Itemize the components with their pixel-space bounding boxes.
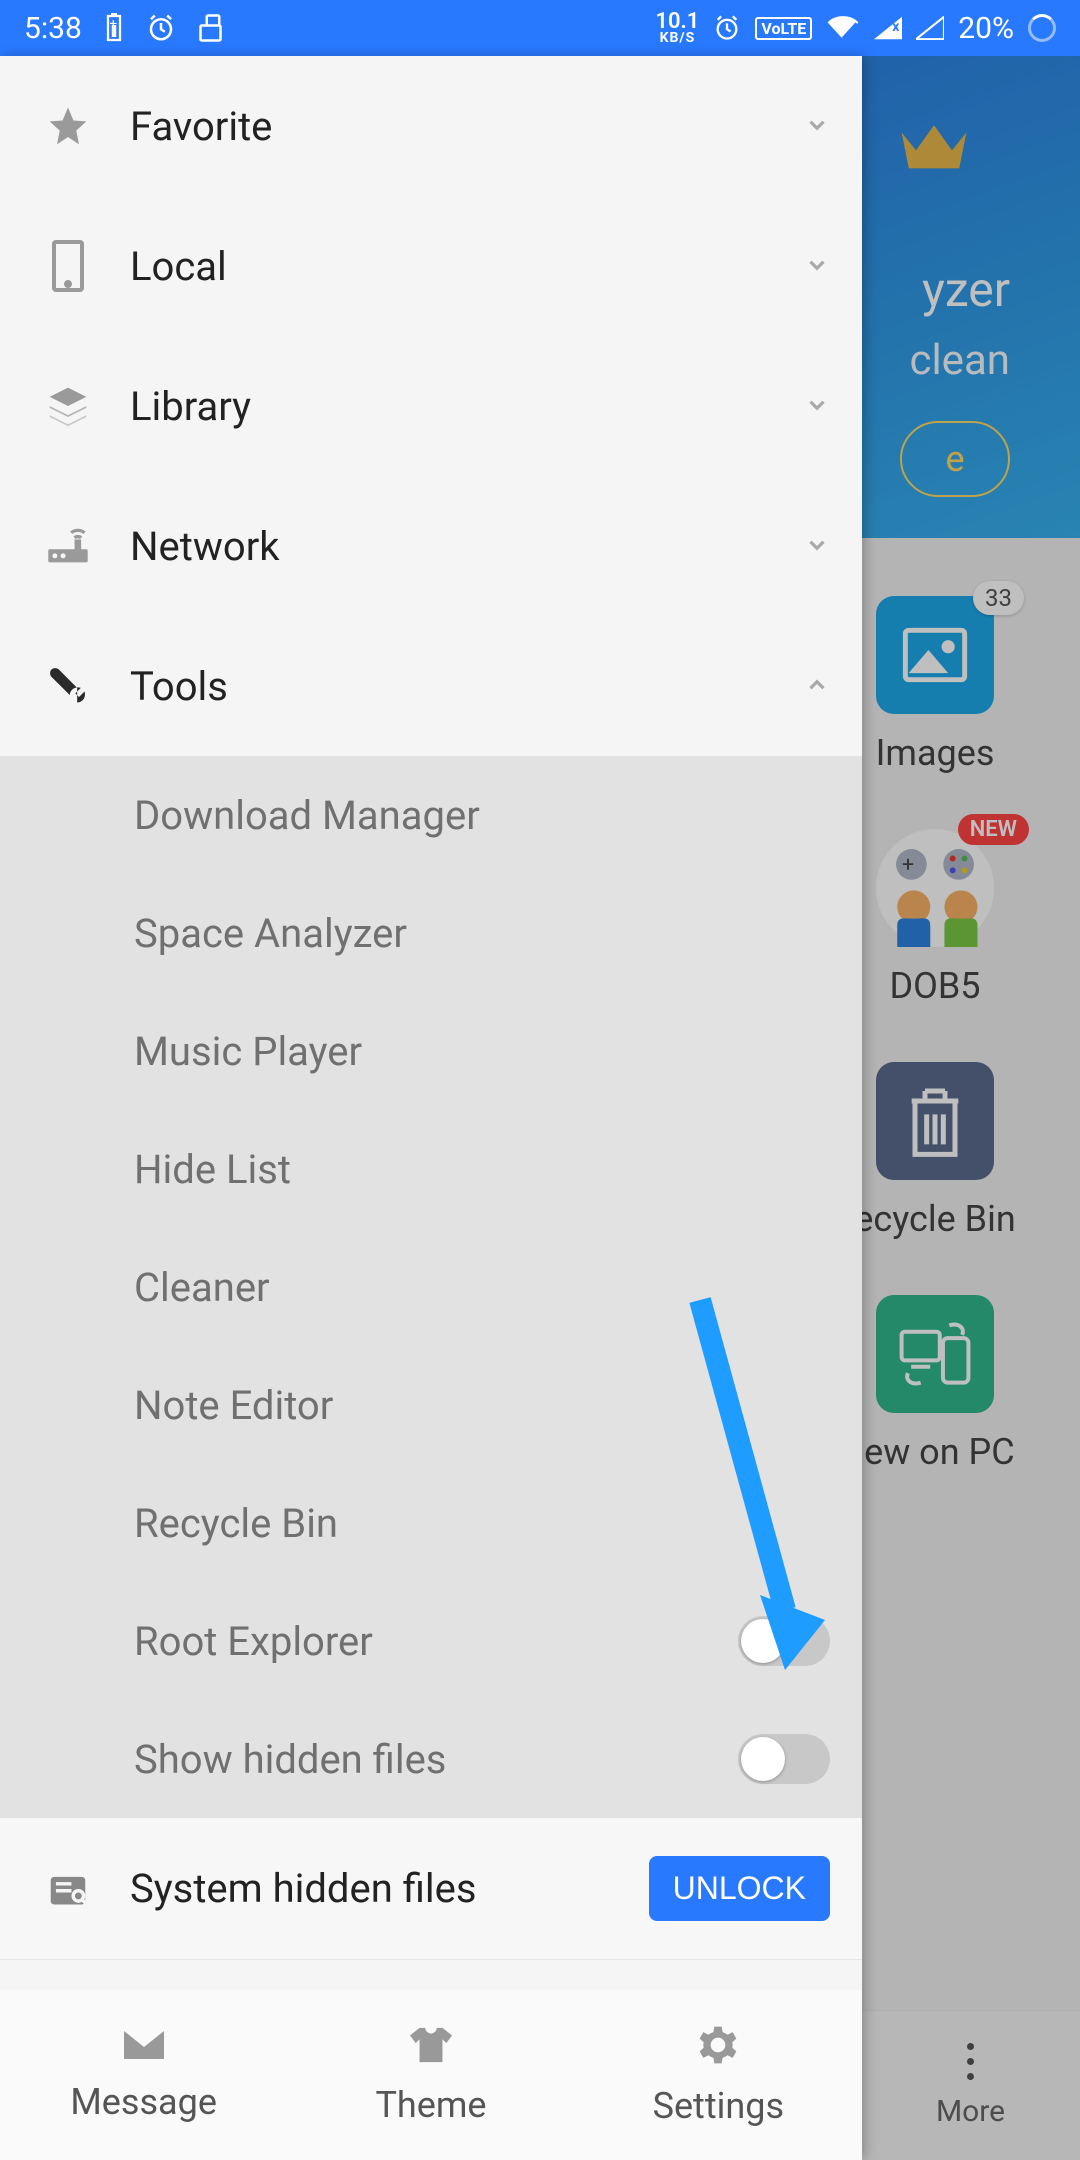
status-left: 5:38 + [24,11,228,46]
tool-music-player[interactable]: Music Player [0,992,862,1110]
tool-hide-list[interactable]: Hide List [0,1110,862,1228]
chevron-down-icon [804,392,832,420]
drawer-tab-settings[interactable]: Settings [575,1990,862,2160]
drawer-item-tools[interactable]: Tools [0,616,862,756]
dimmer-overlay[interactable] [862,56,1080,2160]
tool-root-explorer[interactable]: Root Explorer [0,1582,862,1700]
alarm-icon-2 [713,14,741,42]
unlock-button[interactable]: UNLOCK [649,1856,830,1921]
drawer-item-local[interactable]: Local [0,196,862,336]
drawer-bottom-nav: Message Theme Settings [0,1990,862,2160]
tool-download-manager[interactable]: Download Manager [0,756,862,874]
drawer-tab-theme[interactable]: Theme [287,1990,574,2160]
wifi-icon [826,14,860,42]
signal-icon-1: x [874,16,902,40]
svg-text:+: + [109,16,117,32]
navigation-drawer: Favorite Local Library [0,56,862,2160]
drawer-item-favorite[interactable]: Favorite [0,56,862,196]
phone-icon [44,242,92,290]
root-explorer-toggle[interactable] [738,1616,830,1666]
volte-icon: VoLTE [755,17,812,40]
status-right: 10.1 KB/S VoLTE x 20% [655,11,1056,46]
signal-icon-2 [916,16,944,40]
tool-space-analyzer[interactable]: Space Analyzer [0,874,862,992]
loading-spinner-icon [1028,14,1056,42]
network-speed-icon: 10.1 KB/S [655,12,699,44]
svg-text:x: x [892,19,900,35]
tool-recycle-bin[interactable]: Recycle Bin [0,1464,862,1582]
system-hidden-icon [44,1865,92,1913]
battery-text: 20% [958,11,1014,46]
star-icon [44,102,92,150]
alarm-icon [146,13,176,43]
system-hidden-row[interactable]: System hidden files UNLOCK [0,1818,862,1960]
rotate-lock-icon [198,12,228,44]
chevron-down-icon [804,112,832,140]
tool-note-editor[interactable]: Note Editor [0,1346,862,1464]
tool-cleaner[interactable]: Cleaner [0,1228,862,1346]
tools-submenu: Download Manager Space Analyzer Music Pl… [0,756,862,1818]
chevron-down-icon [804,532,832,560]
tshirt-icon [407,2024,455,2070]
tool-show-hidden[interactable]: Show hidden files [0,1700,862,1818]
show-hidden-toggle[interactable] [738,1734,830,1784]
battery-charging-icon: + [104,13,124,43]
router-icon [44,522,92,570]
status-bar: 5:38 + 10.1 KB/S VoLTE x 20% [0,0,1080,56]
chevron-down-icon [804,252,832,280]
envelope-icon [120,2027,168,2067]
gear-icon [696,2023,740,2071]
layers-icon [44,382,92,430]
wrench-icon [44,662,92,710]
chevron-up-icon [804,672,832,700]
drawer-tab-message[interactable]: Message [0,1990,287,2160]
clock: 5:38 [24,11,82,46]
drawer-item-network[interactable]: Network [0,476,862,616]
drawer-item-library[interactable]: Library [0,336,862,476]
